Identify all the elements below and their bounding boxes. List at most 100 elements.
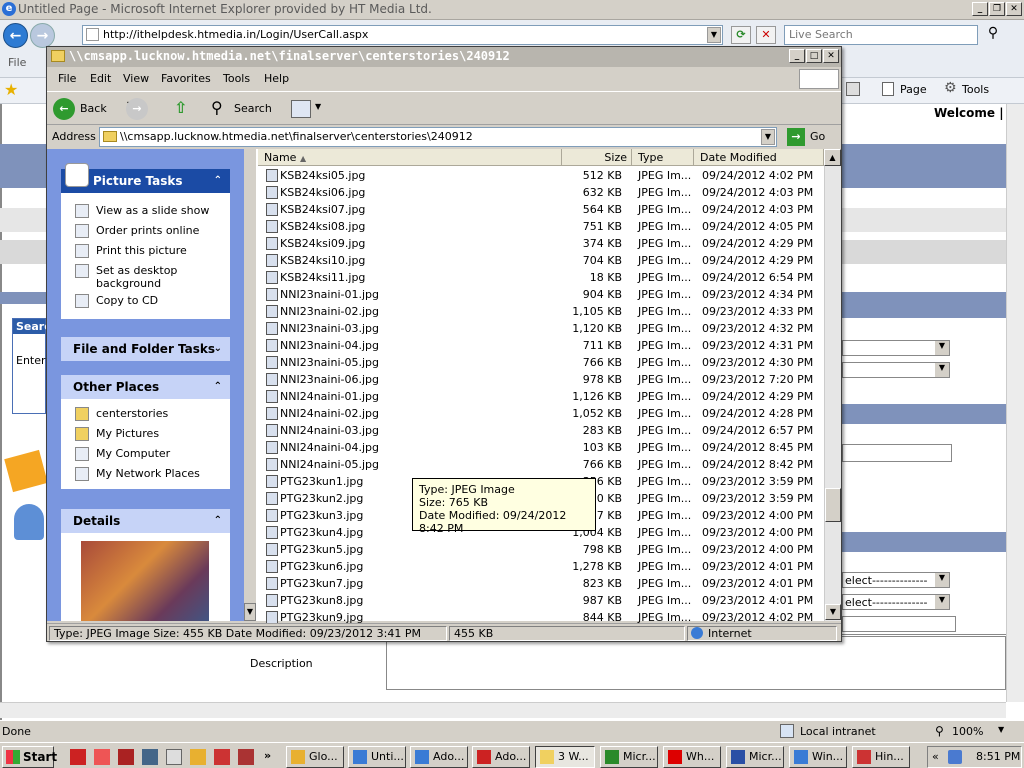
tray-expand-icon[interactable]: «	[932, 747, 939, 767]
live-search-input[interactable]: Live Search	[784, 25, 978, 45]
place-my-network[interactable]: My Network Places	[61, 464, 230, 484]
user-icon[interactable]	[14, 504, 44, 540]
explorer-maximize-button[interactable]: □	[806, 49, 822, 63]
file-row[interactable]: PTG23kun5.jpg 798 KB JPEG Im... 09/23/2012 …	[266, 541, 826, 558]
text-input-1[interactable]	[842, 444, 952, 462]
other-places-header[interactable]: Other Places ⌃	[61, 375, 230, 399]
quicklaunch-game-icon[interactable]	[238, 749, 254, 765]
start-button[interactable]: Start	[2, 746, 57, 768]
file-row[interactable]: KSB24ksi11.jpg 18 KB JPEG Im... 09/24/2012 …	[266, 269, 826, 286]
scroll-down-button[interactable]: ▼	[825, 604, 841, 620]
file-row[interactable]: PTG23kun6.jpg 1,278 KB JPEG Im... 09/23/201…	[266, 558, 826, 575]
search-icon[interactable]: ⚲	[982, 25, 1004, 45]
taskbar-button[interactable]: Hin...	[852, 746, 910, 768]
file-row[interactable]: NNI24naini-02.jpg 1,052 KB JPEG Im... 09/24…	[266, 405, 826, 422]
taskbar-button[interactable]: Micr...	[726, 746, 784, 768]
menu-file[interactable]: File	[8, 56, 26, 69]
maximize-button[interactable]: ❐	[989, 2, 1005, 16]
collapse-chevron-icon[interactable]: ⌃	[214, 169, 222, 193]
task-scroll-down[interactable]: ▼	[244, 603, 256, 621]
taskbar-button[interactable]: Wh...	[663, 746, 721, 768]
task-order-prints[interactable]: Order prints online	[61, 221, 230, 241]
header-scroll-up[interactable]: ▲	[824, 149, 841, 166]
file-row[interactable]: NNI24naini-03.jpg 283 KB JPEG Im... 09/24/2…	[266, 422, 826, 439]
forward-arrow-icon[interactable]: →	[126, 98, 148, 120]
menu-tools[interactable]: Tools	[223, 72, 250, 85]
back-arrow-icon[interactable]: ←	[53, 98, 75, 120]
url-dropdown-button[interactable]: ▼	[707, 27, 721, 43]
file-row[interactable]: NNI23naini-04.jpg 711 KB JPEG Im... 09/23/2…	[266, 337, 826, 354]
file-row[interactable]: NNI23naini-02.jpg 1,105 KB JPEG Im... 09/23…	[266, 303, 826, 320]
task-set-desktop[interactable]: Set as desktop background	[61, 261, 230, 291]
taskbar-button[interactable]: Glo...	[286, 746, 344, 768]
network-tray-icon[interactable]	[948, 750, 962, 764]
menu-favorites[interactable]: Favorites	[161, 72, 211, 85]
scroll-thumb[interactable]	[825, 488, 841, 522]
quicklaunch-reader-icon[interactable]	[118, 749, 134, 765]
zoom-level[interactable]: 100%	[952, 725, 983, 738]
task-print-picture[interactable]: Print this picture	[61, 241, 230, 261]
quicklaunch-filezilla-icon[interactable]	[214, 749, 230, 765]
explorer-close-button[interactable]: ✕	[823, 49, 839, 63]
file-row[interactable]: KSB24ksi08.jpg 751 KB JPEG Im... 09/24/2012…	[266, 218, 826, 235]
file-row[interactable]: KSB24ksi05.jpg 512 KB JPEG Im... 09/24/2012…	[266, 167, 826, 184]
file-row[interactable]: PTG23kun7.jpg 823 KB JPEG Im... 09/23/2012 …	[266, 575, 826, 592]
quicklaunch-window-icon[interactable]	[166, 749, 182, 765]
splitter[interactable]	[244, 149, 256, 621]
file-row[interactable]: KSB24ksi10.jpg 704 KB JPEG Im... 09/24/2012…	[266, 252, 826, 269]
back-button[interactable]: Back	[80, 102, 107, 115]
refresh-button[interactable]: ⟳	[731, 26, 751, 44]
close-button[interactable]: ✕	[1006, 2, 1022, 16]
file-folder-tasks-header[interactable]: File and Folder Tasks ⌄	[61, 337, 230, 361]
quicklaunch-acrobat-icon[interactable]	[94, 749, 110, 765]
search-button[interactable]: Search	[234, 102, 272, 115]
place-my-pictures[interactable]: My Pictures	[61, 424, 230, 444]
picture-tasks-header[interactable]: Picture Tasks ⌃	[61, 163, 230, 193]
quicklaunch-messenger-icon[interactable]	[190, 749, 206, 765]
ticket-icon[interactable]	[4, 449, 48, 493]
tools-menu[interactable]: Tools	[962, 83, 989, 96]
taskbar-button[interactable]: Micr...	[600, 746, 658, 768]
favorites-star-icon[interactable]: ★	[4, 80, 18, 99]
dropdown-2[interactable]: ▼	[842, 362, 950, 378]
file-row[interactable]: KSB24ksi07.jpg 564 KB JPEG Im... 09/24/2012…	[266, 201, 826, 218]
text-input-2[interactable]	[842, 616, 956, 632]
select-2[interactable]: elect-------------- ▼	[842, 594, 950, 610]
taskbar-button[interactable]: Unti...	[348, 746, 406, 768]
go-button[interactable]: Go	[810, 130, 825, 143]
taskbar-button[interactable]: Ado...	[410, 746, 468, 768]
up-folder-icon[interactable]: ⇧	[174, 98, 194, 120]
details-header[interactable]: Details ⌃	[61, 509, 230, 533]
description-textarea[interactable]	[386, 636, 1006, 690]
address-dropdown-button[interactable]: ▼	[761, 129, 775, 145]
menu-help[interactable]: Help	[264, 72, 289, 85]
place-centerstories[interactable]: centerstories	[61, 404, 230, 424]
page-menu[interactable]: Page	[900, 83, 927, 96]
taskbar-button[interactable]: 3 W...	[535, 746, 595, 768]
quicklaunch-app-icon[interactable]	[142, 749, 158, 765]
file-row[interactable]: KSB24ksi06.jpg 632 KB JPEG Im... 09/24/2012…	[266, 184, 826, 201]
page-vertical-scrollbar[interactable]	[1006, 104, 1024, 702]
collapse-chevron-icon[interactable]: ⌃	[214, 509, 222, 533]
file-list-scrollbar[interactable]: ▼	[824, 166, 841, 621]
taskbar-button[interactable]: Ado...	[472, 746, 530, 768]
search-icon[interactable]: ⚲	[211, 98, 223, 117]
file-row[interactable]: NNI23naini-01.jpg 904 KB JPEG Im... 09/23/2…	[266, 286, 826, 303]
zoom-dropdown-icon[interactable]: ▼	[998, 725, 1004, 734]
file-row[interactable]: NNI23naini-05.jpg 766 KB JPEG Im... 09/23/2…	[266, 354, 826, 371]
file-row[interactable]: NNI24naini-05.jpg 766 KB JPEG Im... 09/24/2…	[266, 456, 826, 473]
column-size[interactable]: Size	[562, 149, 632, 166]
minimize-button[interactable]: _	[972, 2, 988, 16]
expand-chevron-icon[interactable]: ⌄	[214, 337, 222, 361]
place-my-computer[interactable]: My Computer	[61, 444, 230, 464]
file-row[interactable]: NNI23naini-03.jpg 1,120 KB JPEG Im... 09/23…	[266, 320, 826, 337]
file-row[interactable]: NNI23naini-06.jpg 978 KB JPEG Im... 09/23/2…	[266, 371, 826, 388]
taskbar-button[interactable]: Win...	[789, 746, 847, 768]
collapse-chevron-icon[interactable]: ⌃	[214, 375, 222, 399]
address-input[interactable]: \\cmsapp.lucknow.htmedia.net\finalserver…	[99, 127, 777, 147]
column-date-modified[interactable]: Date Modified	[694, 149, 824, 166]
go-arrow-icon[interactable]: →	[787, 128, 805, 146]
menu-edit[interactable]: Edit	[90, 72, 111, 85]
menu-view[interactable]: View	[123, 72, 149, 85]
page-horizontal-scrollbar[interactable]	[0, 702, 1006, 718]
